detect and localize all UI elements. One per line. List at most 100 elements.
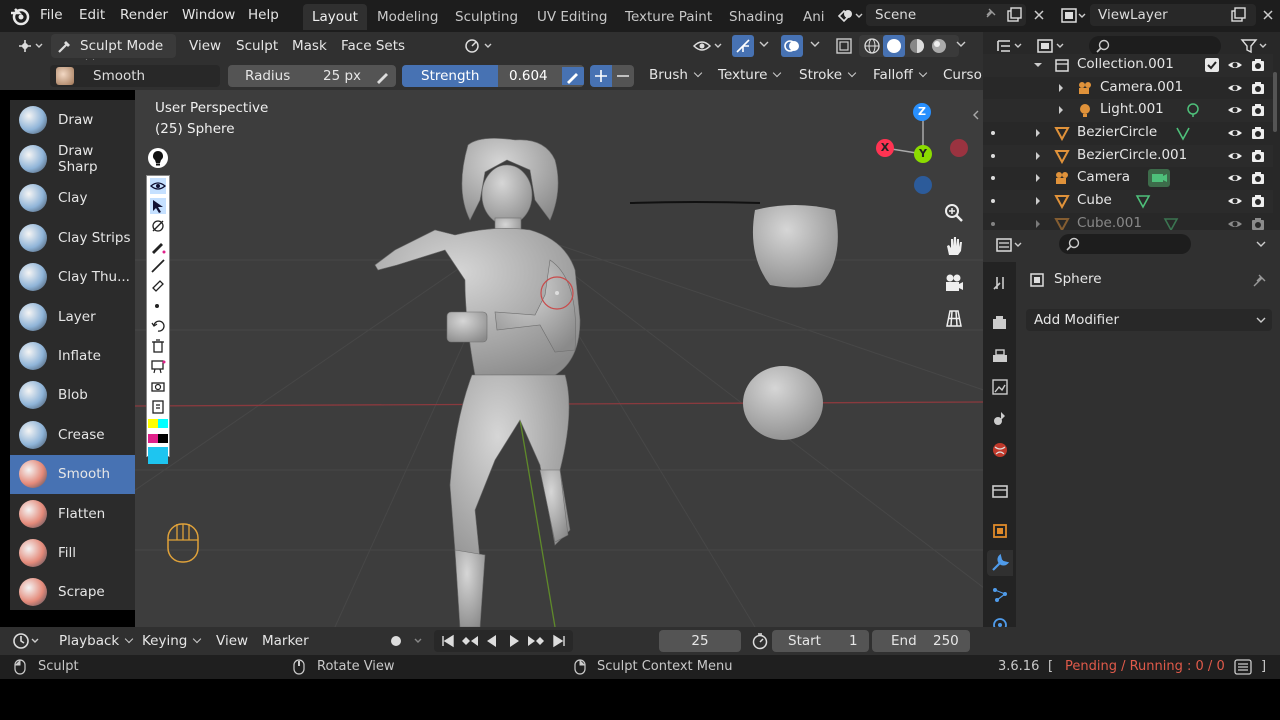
annot-pen-icon[interactable] [150,238,166,254]
camera-data-icon[interactable] [1148,169,1170,188]
menu-edit[interactable]: Edit [79,7,105,23]
render-camera-icon[interactable] [1250,102,1266,118]
properties-options-icon[interactable] [1255,240,1267,250]
menu-mask[interactable]: Mask [292,38,327,54]
editor-type-icon[interactable] [16,37,46,55]
expand-arrow-icon[interactable] [1033,151,1043,161]
pin-icon[interactable] [982,6,998,22]
render-camera-icon[interactable] [1250,216,1266,230]
subtract-direction-icon[interactable] [612,65,634,87]
physics-tab-icon[interactable] [991,616,1009,627]
outliner-item[interactable]: Collection.001 [983,54,1273,77]
radius-pressure-icon[interactable] [374,68,391,85]
tool-blob[interactable]: Blob [10,376,135,415]
annot-eye-icon[interactable] [150,178,166,194]
light-bulb-icon[interactable] [148,148,168,168]
annot-trash-icon[interactable] [150,338,166,354]
radius-field[interactable]: Radius 25 px [228,65,396,87]
outliner-item[interactable]: BezierCircle [983,122,1273,145]
record-button[interactable] [385,632,425,650]
expand-arrow-icon[interactable] [1056,105,1066,115]
menu-timeline-view[interactable]: View [216,633,248,649]
annot-camera-icon[interactable] [150,378,166,394]
gizmo-x-axis[interactable]: X [876,139,894,157]
texture-menu[interactable]: Texture [718,67,780,83]
object-tab-icon[interactable] [991,522,1009,540]
end-frame-field[interactable]: End 250 [872,630,970,652]
play-reverse-icon[interactable] [484,633,500,649]
tab-texture-paint[interactable]: Texture Paint [616,4,721,30]
cursor-menu[interactable]: Cursor [943,67,983,83]
tool-layer[interactable]: Layer [10,297,135,336]
expand-arrow-icon[interactable] [1033,128,1043,138]
properties-search-input[interactable] [1059,234,1191,254]
collection-checkbox[interactable] [1205,58,1219,72]
outliner-item[interactable]: Camera.001 [983,76,1273,100]
render-tab-icon[interactable] [991,314,1009,332]
menu-render[interactable]: Render [120,7,168,23]
menu-face-sets[interactable]: Face Sets [341,38,405,54]
play-icon[interactable] [506,633,522,649]
navigation-gizmo[interactable]: Z X Y [873,102,973,202]
tool-fill[interactable]: Fill [10,533,135,572]
visibility-icon[interactable] [692,37,726,55]
modifier-tab-icon[interactable] [987,550,1013,576]
outliner-editor-icon[interactable] [995,37,1025,55]
transform-pivot-icon[interactable] [462,37,496,55]
tab-modeling[interactable]: Modeling [368,4,447,30]
tool-clay[interactable]: Clay [10,179,135,218]
gizmo-neg-x-axis[interactable] [950,139,968,157]
outliner-search-input[interactable] [1089,36,1221,56]
properties-pin-icon[interactable] [1252,272,1268,288]
expand-arrow-icon[interactable] [1033,173,1043,183]
stopwatch-icon[interactable] [751,632,769,650]
brush-selector[interactable]: Smooth [50,65,220,87]
tool-inflate[interactable]: Inflate [10,336,135,375]
annot-whiteboard-icon[interactable] [150,358,166,374]
scene-field[interactable]: Scene [866,4,1026,26]
tab-animation[interactable]: Ani [794,4,834,30]
eye-icon[interactable] [1227,148,1243,164]
eye-icon[interactable] [1227,193,1243,209]
eye-icon[interactable] [1227,80,1243,96]
overlays-icon[interactable] [781,35,803,57]
eye-icon[interactable] [1227,102,1243,118]
light-data-icon[interactable] [1185,102,1201,118]
exclude-dot-icon[interactable] [991,131,995,136]
menu-marker[interactable]: Marker [262,633,309,649]
jump-start-icon[interactable] [440,633,456,649]
brush-menu[interactable]: Brush [649,67,701,83]
annot-select-icon[interactable] [150,198,166,214]
output-tab-icon[interactable] [991,347,1009,365]
expand-arrow-icon[interactable] [1056,83,1066,93]
tab-uv-editing[interactable]: UV Editing [528,4,616,30]
annot-dot-icon[interactable] [155,304,159,308]
outliner-item[interactable]: BezierCircle.001 [983,144,1273,168]
gizmo-z-axis[interactable]: Z [913,103,931,121]
display-mode-icon[interactable] [1036,37,1070,55]
tab-layout[interactable]: Layout [303,4,367,30]
scene-tab-icon[interactable] [991,409,1009,427]
tool-crease[interactable]: Crease [10,415,135,454]
xray-icon[interactable] [835,37,853,55]
exclude-dot-icon[interactable] [991,153,995,158]
new-view-layer-icon[interactable] [1230,7,1246,23]
wireframe-shading-icon[interactable] [863,37,881,55]
new-scene-icon[interactable] [1006,7,1022,23]
outliner-item[interactable]: Light.001 [983,99,1273,123]
eye-icon[interactable] [1227,125,1243,141]
render-camera-icon[interactable] [1250,125,1266,141]
jump-keyframe-forward-icon[interactable] [526,633,546,649]
eye-icon[interactable] [1227,216,1243,230]
menu-sculpt[interactable]: Sculpt [236,38,278,54]
menu-playback[interactable]: Playback [59,633,132,649]
view-layer-tab-icon[interactable] [991,378,1009,396]
zoom-icon[interactable] [943,202,965,224]
properties-editor-icon[interactable] [995,236,1025,254]
render-camera-icon[interactable] [1250,193,1266,209]
annot-eraser-icon[interactable] [150,218,166,234]
rendered-shading-icon[interactable] [930,37,948,55]
scene-icon[interactable] [836,6,864,26]
filter-icon[interactable] [1240,37,1270,55]
expand-arrow-icon[interactable] [1033,219,1043,229]
